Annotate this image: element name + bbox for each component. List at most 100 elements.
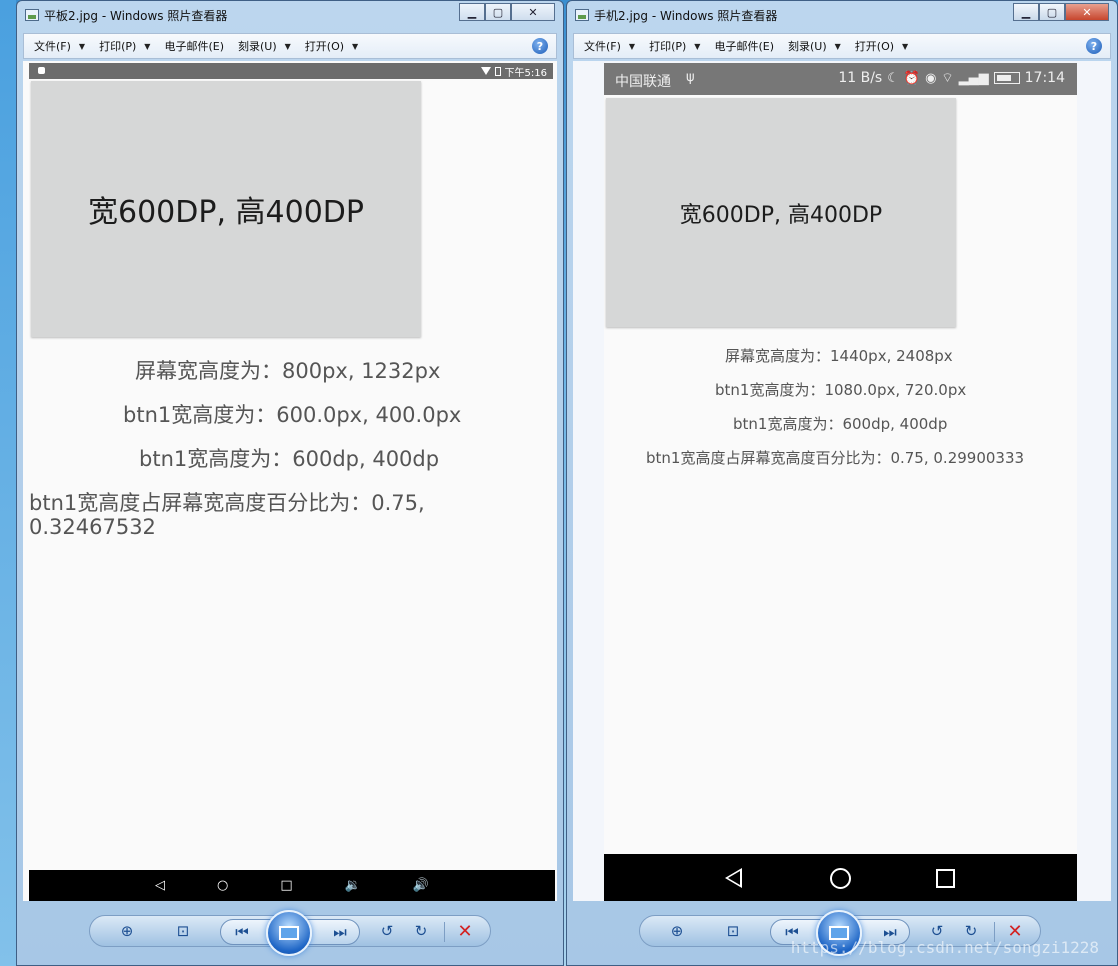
menu-email[interactable]: 电子邮件(E) bbox=[158, 38, 232, 54]
eye-icon: ◉ bbox=[925, 70, 937, 86]
chevron-down-icon: ▼ bbox=[902, 41, 909, 51]
image-view: 中国联通 ψ 11 B/s ☾ ⏰ ◉ ⌔ ▂▄▆ 17:14 宽600DP, … bbox=[573, 61, 1111, 901]
chevron-down-icon: ▼ bbox=[834, 41, 841, 51]
info-btn-px: btn1宽高度为：1080.0px, 720.0px bbox=[715, 381, 967, 399]
window-title: 手机2.jpg - Windows 照片查看器 bbox=[594, 8, 778, 23]
menu-label: 打印(P) bbox=[99, 40, 137, 53]
status-time: 下午5:16 bbox=[504, 67, 547, 79]
chevron-down-icon: ▼ bbox=[284, 41, 291, 51]
menu-email[interactable]: 电子邮件(E) bbox=[708, 38, 782, 54]
alarm-icon: ⏰ bbox=[903, 70, 921, 86]
menu-label: 刻录(U) bbox=[238, 40, 277, 53]
maximize-button[interactable]: ▢ bbox=[485, 3, 511, 21]
title-bar: 手机2.jpg - Windows 照片查看器 ▁ ▢ ✕ bbox=[567, 1, 1117, 29]
maximize-button[interactable]: ▢ bbox=[1039, 3, 1065, 21]
chevron-down-icon: ▼ bbox=[352, 41, 359, 51]
slideshow-icon[interactable] bbox=[266, 910, 312, 956]
status-time: 17:14 bbox=[1024, 70, 1065, 86]
menu-label: 文件(F) bbox=[34, 40, 71, 53]
menu-label: 刻录(U) bbox=[788, 40, 827, 53]
rotate-cw-icon[interactable]: ↻ bbox=[410, 920, 432, 942]
minimize-button[interactable]: ▁ bbox=[1013, 3, 1039, 21]
demo-button[interactable]: 宽600DP, 高400DP bbox=[606, 98, 956, 327]
recents-icon[interactable]: □ bbox=[280, 878, 292, 893]
toolbar-divider bbox=[444, 922, 445, 942]
menu-print[interactable]: 打印(P) ▼ bbox=[643, 38, 708, 54]
menu-print[interactable]: 打印(P) ▼ bbox=[93, 38, 158, 54]
menu-file[interactable]: 文件(F) ▼ bbox=[578, 38, 643, 54]
back-icon[interactable]: ◁ bbox=[155, 878, 165, 893]
moon-icon: ☾ bbox=[887, 70, 899, 86]
viewer-toolbar: ⊕ ⊡ ⏮ ⏭ ↺ ↻ ✕ bbox=[23, 903, 557, 965]
notification-icon bbox=[38, 67, 45, 74]
status-right: 下午5:16 bbox=[480, 63, 547, 79]
menu-label: 打开(O) bbox=[304, 40, 345, 53]
zoom-icon[interactable]: ⊕ bbox=[666, 920, 688, 942]
toolbar-pill: ⊕ ⊡ ⏮ ⏭ ↺ ↻ ✕ bbox=[89, 910, 491, 956]
home-icon[interactable] bbox=[830, 868, 851, 889]
caption-buttons: ▁ ▢ ✕ bbox=[459, 3, 555, 21]
previous-icon[interactable]: ⏮ bbox=[231, 921, 253, 943]
image-view: 下午5:16 宽600DP, 高400DP 屏幕宽高度为：800px, 1232… bbox=[23, 61, 557, 901]
info-screen-size: 屏幕宽高度为：800px, 1232px bbox=[135, 359, 441, 383]
chevron-down-icon: ▼ bbox=[628, 41, 636, 51]
actual-size-icon[interactable]: ⊡ bbox=[722, 920, 744, 942]
carrier-label: 中国联通 bbox=[615, 74, 671, 90]
photo-viewer-icon bbox=[575, 9, 589, 21]
menu-burn[interactable]: 刻录(U) ▼ bbox=[232, 38, 299, 54]
info-btn-px: btn1宽高度为：600.0px, 400.0px bbox=[123, 403, 462, 427]
title-bar: 平板2.jpg - Windows 照片查看器 ▁ ▢ ✕ bbox=[17, 1, 563, 29]
volume-down-icon[interactable]: 🔉 bbox=[345, 878, 361, 893]
home-icon[interactable]: ○ bbox=[217, 878, 228, 893]
info-btn-ratio: btn1宽高度占屏幕宽高度百分比为：0.75, 0.29900333 bbox=[646, 449, 1025, 467]
actual-size-icon[interactable]: ⊡ bbox=[172, 920, 194, 942]
rotate-ccw-icon[interactable]: ↺ bbox=[376, 920, 398, 942]
watermark: https://blog.csdn.net/songzi1228 bbox=[790, 938, 1099, 957]
close-button[interactable]: ✕ bbox=[511, 3, 555, 21]
back-icon[interactable] bbox=[725, 868, 742, 888]
caption-buttons: ▁ ▢ ✕ bbox=[1013, 3, 1109, 21]
chevron-down-icon: ▼ bbox=[694, 41, 701, 51]
usb-icon: ψ bbox=[686, 70, 695, 85]
menu-label: 打开(O) bbox=[854, 40, 895, 53]
info-btn-ratio: btn1宽高度占屏幕宽高度百分比为：0.75, bbox=[29, 491, 425, 515]
help-icon[interactable]: ? bbox=[532, 38, 548, 54]
recents-icon[interactable] bbox=[936, 869, 955, 888]
delete-icon[interactable]: ✕ bbox=[454, 920, 476, 942]
menu-bar: 文件(F) ▼ 打印(P) ▼ 电子邮件(E) 刻录(U) ▼ 打开(O) ▼ ? bbox=[23, 33, 557, 59]
info-btn-ratio-cont: 0.32467532 bbox=[29, 515, 156, 539]
desktop-background bbox=[0, 0, 16, 966]
signal-icon: ▂▄▆ bbox=[958, 70, 989, 86]
status-right: 11 B/s ☾ ⏰ ◉ ⌔ ▂▄▆ 17:14 bbox=[838, 70, 1065, 86]
wifi-icon: ⌔ bbox=[941, 71, 954, 86]
android-nav-bar bbox=[604, 854, 1077, 901]
menu-file[interactable]: 文件(F) ▼ bbox=[28, 38, 93, 54]
net-speed: 11 B/s bbox=[838, 70, 883, 86]
help-icon[interactable]: ? bbox=[1086, 38, 1102, 54]
zoom-icon[interactable]: ⊕ bbox=[116, 920, 138, 942]
wifi-icon bbox=[480, 67, 491, 75]
menu-open[interactable]: 打开(O) ▼ bbox=[849, 38, 916, 54]
battery-icon bbox=[494, 66, 501, 76]
photo-viewer-icon bbox=[25, 9, 39, 21]
menu-label: 电子邮件(E) bbox=[164, 40, 224, 53]
android-nav-bar: ◁ ○ □ 🔉 🔊 bbox=[29, 870, 555, 901]
menu-label: 电子邮件(E) bbox=[714, 40, 774, 53]
menu-bar: 文件(F) ▼ 打印(P) ▼ 电子邮件(E) 刻录(U) ▼ 打开(O) ▼ ? bbox=[573, 33, 1111, 59]
next-icon[interactable]: ⏭ bbox=[329, 921, 351, 943]
close-button[interactable]: ✕ bbox=[1065, 3, 1109, 21]
battery-icon bbox=[993, 72, 1020, 84]
menu-label: 文件(F) bbox=[584, 40, 621, 53]
viewer-toolbar: ⊕ ⊡ ⏮ ⏭ ↺ ↻ ✕ https://blog.csdn.net/song… bbox=[573, 903, 1111, 965]
photo-viewer-window-left: 平板2.jpg - Windows 照片查看器 ▁ ▢ ✕ 文件(F) ▼ 打印(… bbox=[16, 0, 564, 966]
minimize-button[interactable]: ▁ bbox=[459, 3, 485, 21]
menu-open[interactable]: 打开(O) ▼ bbox=[299, 38, 366, 54]
info-btn-dp: btn1宽高度为：600dp, 400dp bbox=[733, 415, 948, 433]
volume-up-icon[interactable]: 🔊 bbox=[413, 878, 429, 893]
menu-burn[interactable]: 刻录(U) ▼ bbox=[782, 38, 849, 54]
photo-viewer-window-right: 手机2.jpg - Windows 照片查看器 ▁ ▢ ✕ 文件(F) ▼ 打印(… bbox=[566, 0, 1118, 966]
android-status-bar: 下午5:16 bbox=[29, 63, 553, 79]
demo-button-label: 宽600DP, 高400DP bbox=[679, 202, 883, 228]
demo-button[interactable]: 宽600DP, 高400DP bbox=[31, 81, 421, 337]
info-screen-size: 屏幕宽高度为：1440px, 2408px bbox=[725, 347, 953, 365]
